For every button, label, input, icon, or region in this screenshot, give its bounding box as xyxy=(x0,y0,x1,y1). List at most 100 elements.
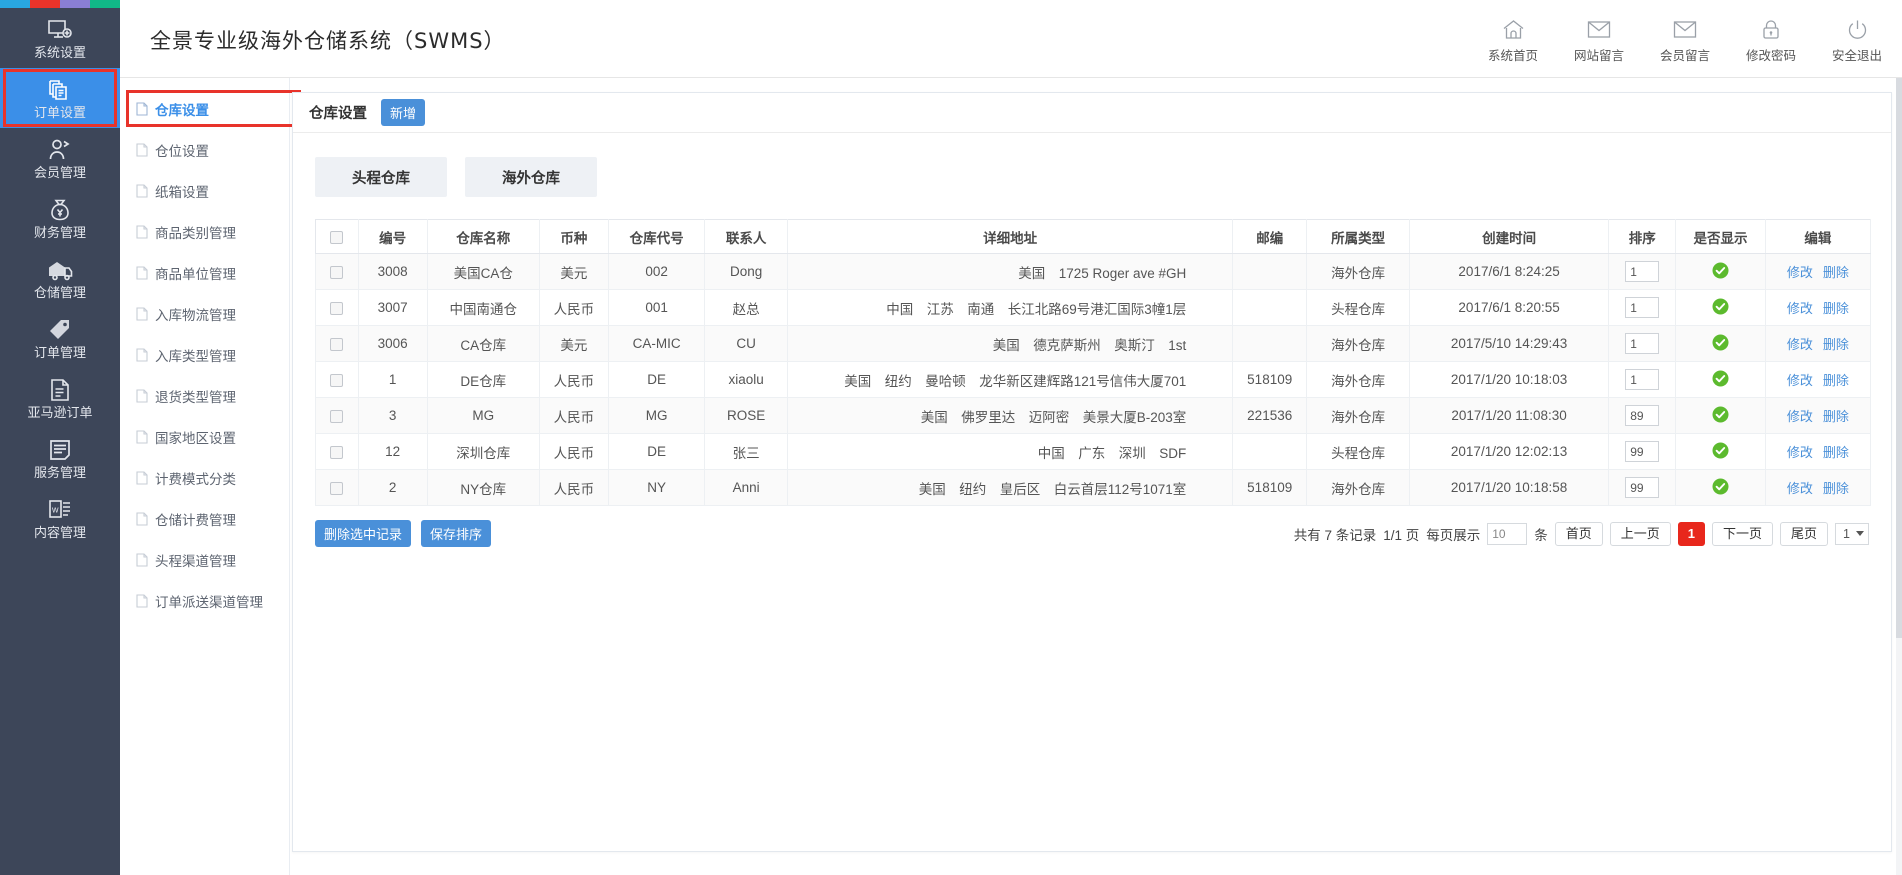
cell-warehouse-name: CA仓库 xyxy=(427,326,539,362)
cell-sort[interactable] xyxy=(1609,470,1676,506)
tab-first-leg-warehouse[interactable]: 头程仓库 xyxy=(315,157,447,197)
delete-link[interactable]: 删除 xyxy=(1823,373,1849,388)
header-nav-home[interactable]: 系统首页 xyxy=(1482,16,1544,64)
delete-link[interactable]: 删除 xyxy=(1823,337,1849,352)
cell-sort[interactable] xyxy=(1609,362,1676,398)
delete-link[interactable]: 删除 xyxy=(1823,481,1849,496)
sidebar-item-service-management[interactable]: 服务管理 xyxy=(0,428,120,488)
submenu-item-product-category[interactable]: 商品类别管理 xyxy=(120,211,289,252)
card-header: 仓库设置 新增 xyxy=(293,93,1891,133)
row-checkbox-cell[interactable] xyxy=(316,290,359,326)
submenu-item-inbound-logistics[interactable]: 入库物流管理 xyxy=(120,293,289,334)
check-circle-icon[interactable] xyxy=(1712,370,1729,390)
sidebar-item-member-management[interactable]: 会员管理 xyxy=(0,128,120,188)
current-page-button[interactable]: 1 xyxy=(1678,522,1705,546)
cell-zip: 518109 xyxy=(1233,362,1307,398)
modify-link[interactable]: 修改 xyxy=(1787,481,1813,496)
sort-order-input[interactable] xyxy=(1625,477,1659,498)
cell-sort[interactable] xyxy=(1609,398,1676,434)
cell-created-time: 2017/1/20 10:18:03 xyxy=(1410,362,1609,398)
first-page-button[interactable]: 首页 xyxy=(1555,522,1603,546)
row-checkbox-cell[interactable] xyxy=(316,470,359,506)
delete-selected-button[interactable]: 删除选中记录 xyxy=(315,520,411,547)
row-checkbox-cell[interactable] xyxy=(316,362,359,398)
row-checkbox[interactable] xyxy=(330,482,343,495)
cell-type: 头程仓库 xyxy=(1307,434,1410,470)
header-nav-site-messages[interactable]: 网站留言 xyxy=(1568,16,1630,64)
row-checkbox[interactable] xyxy=(330,410,343,423)
last-page-button[interactable]: 尾页 xyxy=(1780,522,1828,546)
per-page-input[interactable] xyxy=(1487,523,1527,545)
submenu-item-warehouse-settings[interactable]: 仓库设置 xyxy=(120,88,289,129)
row-checkbox[interactable] xyxy=(330,374,343,387)
row-checkbox-cell[interactable] xyxy=(316,254,359,290)
submenu-item-billing-mode[interactable]: 计费模式分类 xyxy=(120,457,289,498)
modify-link[interactable]: 修改 xyxy=(1787,265,1813,280)
sort-order-input[interactable] xyxy=(1625,333,1659,354)
sort-order-input[interactable] xyxy=(1625,369,1659,390)
sort-order-input[interactable] xyxy=(1625,441,1659,462)
check-circle-icon[interactable] xyxy=(1712,334,1729,354)
sort-order-input[interactable] xyxy=(1625,297,1659,318)
cell-sort[interactable] xyxy=(1609,326,1676,362)
check-circle-icon[interactable] xyxy=(1712,478,1729,498)
modify-link[interactable]: 修改 xyxy=(1787,373,1813,388)
page-scrollbar[interactable] xyxy=(1896,78,1902,875)
submenu-item-product-unit[interactable]: 商品单位管理 xyxy=(120,252,289,293)
row-checkbox[interactable] xyxy=(330,338,343,351)
check-circle-icon[interactable] xyxy=(1712,406,1729,426)
check-circle-icon[interactable] xyxy=(1712,262,1729,282)
prev-page-button[interactable]: 上一页 xyxy=(1610,522,1671,546)
submenu-item-location-settings[interactable]: 仓位设置 xyxy=(120,129,289,170)
modify-link[interactable]: 修改 xyxy=(1787,301,1813,316)
sidebar-item-amazon-orders[interactable]: 亚马逊订单 xyxy=(0,368,120,428)
delete-link[interactable]: 删除 xyxy=(1823,265,1849,280)
tab-overseas-warehouse[interactable]: 海外仓库 xyxy=(465,157,597,197)
sidebar-item-finance-management[interactable]: 财务管理 xyxy=(0,188,120,248)
submenu-item-order-delivery-channel[interactable]: 订单派送渠道管理 xyxy=(120,580,289,621)
sort-order-input[interactable] xyxy=(1625,405,1659,426)
check-circle-icon[interactable] xyxy=(1712,298,1729,318)
submenu-item-carton-settings[interactable]: 纸箱设置 xyxy=(120,170,289,211)
header-nav-member-messages[interactable]: 会员留言 xyxy=(1654,16,1716,64)
select-all-checkbox[interactable] xyxy=(330,231,343,244)
modify-link[interactable]: 修改 xyxy=(1787,409,1813,424)
row-checkbox[interactable] xyxy=(330,446,343,459)
sort-order-input[interactable] xyxy=(1625,261,1659,282)
cell-type: 海外仓库 xyxy=(1307,326,1410,362)
cell-sort[interactable] xyxy=(1609,290,1676,326)
modify-link[interactable]: 修改 xyxy=(1787,445,1813,460)
check-circle-icon[interactable] xyxy=(1712,442,1729,462)
sidebar-item-warehouse-management[interactable]: 仓储管理 xyxy=(0,248,120,308)
modify-link[interactable]: 修改 xyxy=(1787,337,1813,352)
document-icon xyxy=(136,430,148,444)
submenu-item-storage-billing[interactable]: 仓储计费管理 xyxy=(120,498,289,539)
sidebar-item-order-settings[interactable]: 订单设置 xyxy=(0,68,120,128)
row-checkbox-cell[interactable] xyxy=(316,326,359,362)
sidebar-item-content-management[interactable]: w 内容管理 xyxy=(0,488,120,548)
cell-sort[interactable] xyxy=(1609,434,1676,470)
submenu-item-inbound-type[interactable]: 入库类型管理 xyxy=(120,334,289,375)
sidebar-item-order-management[interactable]: 订单管理 xyxy=(0,308,120,368)
submenu-item-country-region[interactable]: 国家地区设置 xyxy=(120,416,289,457)
cell-contact: Dong xyxy=(705,254,788,290)
page-jump-select[interactable]: 1 xyxy=(1835,523,1869,545)
delete-link[interactable]: 删除 xyxy=(1823,409,1849,424)
submenu-item-label: 订单派送渠道管理 xyxy=(155,591,263,611)
sidebar-item-system-settings[interactable]: 系统设置 xyxy=(0,8,120,68)
save-sort-button[interactable]: 保存排序 xyxy=(421,520,491,547)
submenu-item-return-type[interactable]: 退货类型管理 xyxy=(120,375,289,416)
add-button[interactable]: 新增 xyxy=(381,99,425,126)
delete-link[interactable]: 删除 xyxy=(1823,445,1849,460)
row-checkbox[interactable] xyxy=(330,302,343,315)
header-nav-logout[interactable]: 安全退出 xyxy=(1826,16,1888,64)
delete-link[interactable]: 删除 xyxy=(1823,301,1849,316)
row-checkbox[interactable] xyxy=(330,266,343,279)
row-checkbox-cell[interactable] xyxy=(316,434,359,470)
header-select-all[interactable] xyxy=(316,220,359,254)
header-nav-change-password[interactable]: 修改密码 xyxy=(1740,16,1802,64)
submenu-item-first-leg-channel[interactable]: 头程渠道管理 xyxy=(120,539,289,580)
row-checkbox-cell[interactable] xyxy=(316,398,359,434)
cell-sort[interactable] xyxy=(1609,254,1676,290)
next-page-button[interactable]: 下一页 xyxy=(1712,522,1773,546)
